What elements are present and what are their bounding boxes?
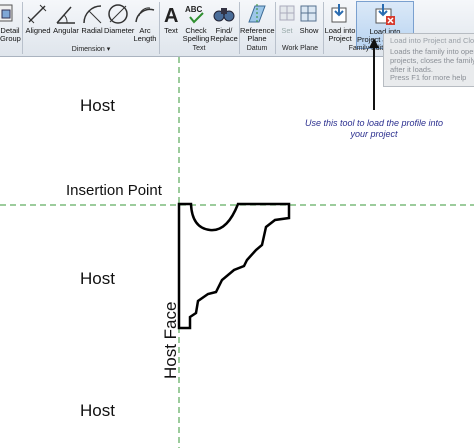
callout-arrowhead: [369, 38, 379, 48]
host-face-label: Host Face: [161, 301, 180, 379]
crown-molding-profile[interactable]: [177, 202, 291, 330]
drawing-canvas[interactable]: [0, 0, 474, 448]
callout-annotation: Use this tool to load the profile into y…: [304, 118, 444, 139]
host-label-bottom: Host: [80, 401, 115, 420]
insertion-point-label: Insertion Point: [66, 182, 162, 199]
host-label-middle: Host: [80, 269, 115, 288]
host-label-top: Host: [80, 96, 115, 115]
